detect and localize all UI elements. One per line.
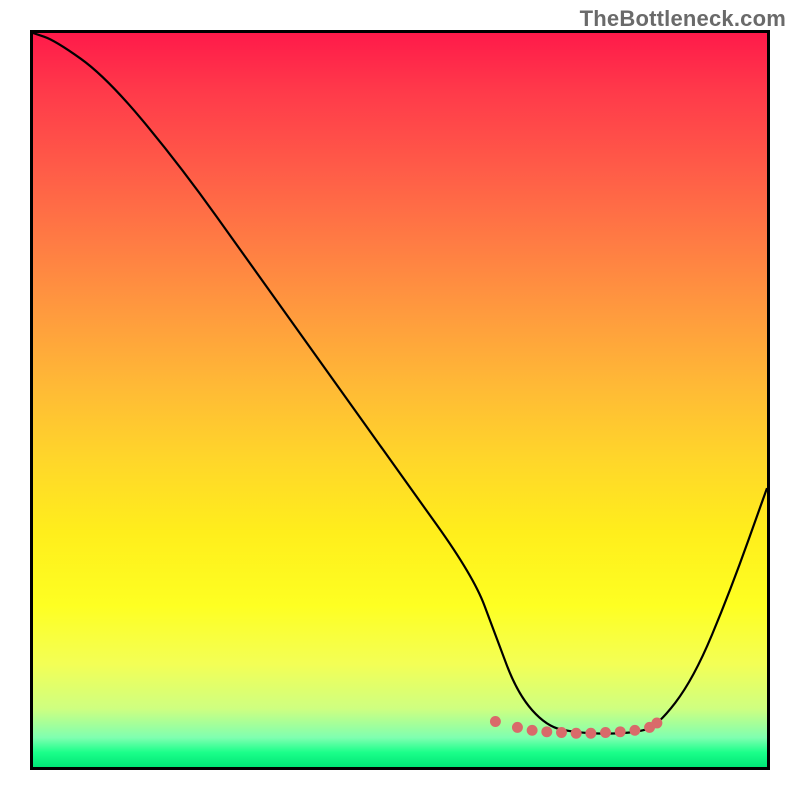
min-marker-dot: [629, 725, 640, 736]
watermark-text: TheBottleneck.com: [580, 6, 786, 32]
min-marker-dot: [527, 725, 538, 736]
min-marker-dot: [556, 727, 567, 738]
min-marker-dot: [512, 722, 523, 733]
chart-svg-layer: [33, 33, 767, 767]
min-marker-dot: [600, 727, 611, 738]
min-marker-group: [490, 716, 662, 739]
min-marker-dot: [615, 726, 626, 737]
bottleneck-curve: [33, 33, 767, 734]
min-marker-dot: [571, 728, 582, 739]
min-marker-dot: [490, 716, 501, 727]
min-marker-dot: [651, 718, 662, 729]
chart-plot-area: [30, 30, 770, 770]
min-marker-dot: [541, 726, 552, 737]
min-marker-dot: [585, 728, 596, 739]
